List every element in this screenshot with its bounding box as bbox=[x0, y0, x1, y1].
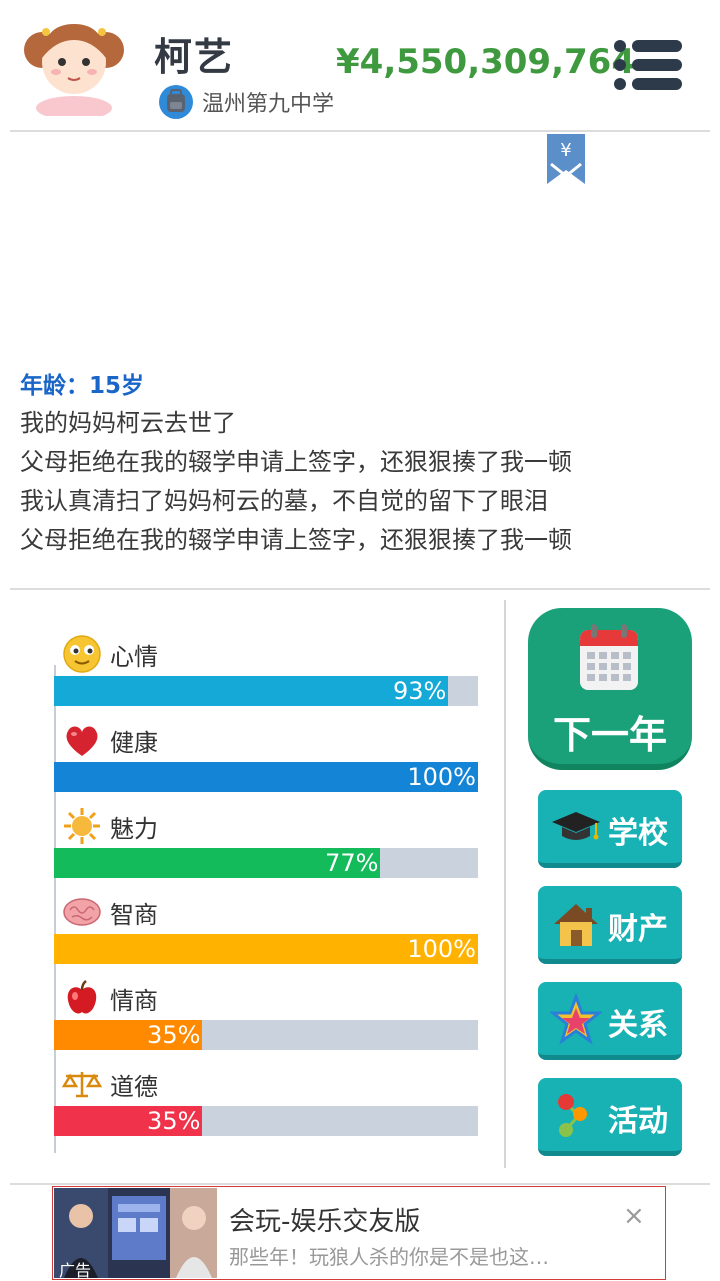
stat-bar: 35% bbox=[54, 1020, 478, 1050]
money-balance: ¥4,550,309,764 bbox=[336, 42, 635, 82]
stat-label: 情商 bbox=[110, 986, 158, 1015]
header-divider bbox=[10, 130, 710, 132]
stat-percent: 77% bbox=[325, 849, 379, 877]
age-label: 年龄：15岁 bbox=[20, 373, 145, 399]
stat-bar-fill: 35% bbox=[54, 1106, 203, 1136]
stat-bar: 93% bbox=[54, 676, 478, 706]
smiley-icon bbox=[63, 635, 101, 673]
stat-bar-fill: 93% bbox=[54, 676, 449, 706]
stat-bar: 77% bbox=[54, 848, 478, 878]
log-line: 我的妈妈柯云去世了 bbox=[20, 409, 236, 437]
stat-label: 魅力 bbox=[110, 814, 158, 843]
stat-percent: 100% bbox=[407, 935, 476, 963]
avatar[interactable] bbox=[22, 10, 126, 116]
stat-percent: 35% bbox=[147, 1021, 201, 1049]
brain-icon bbox=[63, 898, 101, 926]
property-button[interactable]: 财产 bbox=[538, 886, 682, 964]
stat-bar-fill: 100% bbox=[54, 934, 478, 964]
yuan-bookmark-icon[interactable]: ¥ bbox=[547, 134, 585, 184]
stat-bar: 35% bbox=[54, 1106, 478, 1136]
relations-button-label: 关系 bbox=[608, 1008, 668, 1043]
svg-text:¥: ¥ bbox=[560, 140, 571, 161]
scales-icon bbox=[62, 1072, 102, 1098]
stat-label: 道德 bbox=[110, 1072, 158, 1101]
school-button[interactable]: 学校 bbox=[538, 790, 682, 868]
schoolbag-icon bbox=[159, 85, 193, 119]
stat-percent: 100% bbox=[407, 763, 476, 791]
ad-banner[interactable]: 广告 会玩-娱乐交友版 那些年！玩狼人杀的你是不是也这… × bbox=[52, 1186, 666, 1280]
school-name: 温州第九中学 bbox=[202, 92, 335, 117]
ad-description[interactable]: 那些年！玩狼人杀的你是不是也这… bbox=[229, 1241, 549, 1270]
graduation-cap-icon bbox=[552, 812, 600, 840]
log-line: 父母拒绝在我的辍学申请上签字，还狠狠揍了我一顿 bbox=[20, 448, 572, 476]
next-year-label: 下一年 bbox=[552, 713, 667, 757]
activities-button-label: 活动 bbox=[608, 1104, 668, 1139]
stat-label: 智商 bbox=[110, 900, 158, 929]
stat-bar-fill: 100% bbox=[54, 762, 478, 792]
panel-divider bbox=[504, 600, 506, 1168]
event-log: 年龄：15岁 我的妈妈柯云去世了 父母拒绝在我的辍学申请上签字，还狠狠揍了我一顿… bbox=[20, 368, 700, 560]
star-icon bbox=[550, 994, 602, 1045]
next-year-button[interactable]: 下一年 bbox=[528, 608, 692, 770]
relations-button[interactable]: 关系 bbox=[538, 982, 682, 1060]
stat-bar: 100% bbox=[54, 934, 478, 964]
log-line: 我认真清扫了妈妈柯云的墓，不自觉的留下了眼泪 bbox=[20, 487, 548, 515]
apple-icon bbox=[67, 980, 97, 1014]
log-divider bbox=[10, 588, 710, 590]
stat-bar-fill: 77% bbox=[54, 848, 381, 878]
ad-divider bbox=[10, 1183, 710, 1185]
stat-bar: 100% bbox=[54, 762, 478, 792]
stat-percent: 93% bbox=[392, 677, 447, 705]
stat-percent: 35% bbox=[147, 1107, 201, 1135]
heart-icon bbox=[66, 726, 98, 756]
menu-icon[interactable] bbox=[612, 38, 684, 92]
school-button-label: 学校 bbox=[608, 816, 668, 851]
close-icon[interactable]: × bbox=[623, 1201, 645, 1231]
stats-axis-line bbox=[54, 665, 56, 1153]
house-icon bbox=[554, 904, 598, 946]
activities-button[interactable]: 活动 bbox=[538, 1078, 682, 1156]
stat-label: 心情 bbox=[110, 642, 158, 671]
property-button-label: 财产 bbox=[608, 912, 668, 947]
stat-label: 健康 bbox=[110, 728, 158, 757]
calendar-icon bbox=[580, 624, 638, 690]
stat-bar-fill: 35% bbox=[54, 1020, 203, 1050]
ad-title[interactable]: 会玩-娱乐交友版 bbox=[229, 1201, 420, 1238]
header: 柯艺 温州第九中学 ¥4,550,309,764 bbox=[0, 0, 720, 132]
sun-icon bbox=[64, 808, 100, 844]
school-info: 温州第九中学 bbox=[158, 84, 334, 120]
molecule-icon bbox=[558, 1094, 587, 1137]
ad-tag: 广告 bbox=[59, 1261, 92, 1280]
log-line: 父母拒绝在我的辍学申请上签字，还狠狠揍了我一顿 bbox=[20, 526, 572, 554]
player-name: 柯艺 bbox=[154, 35, 235, 79]
